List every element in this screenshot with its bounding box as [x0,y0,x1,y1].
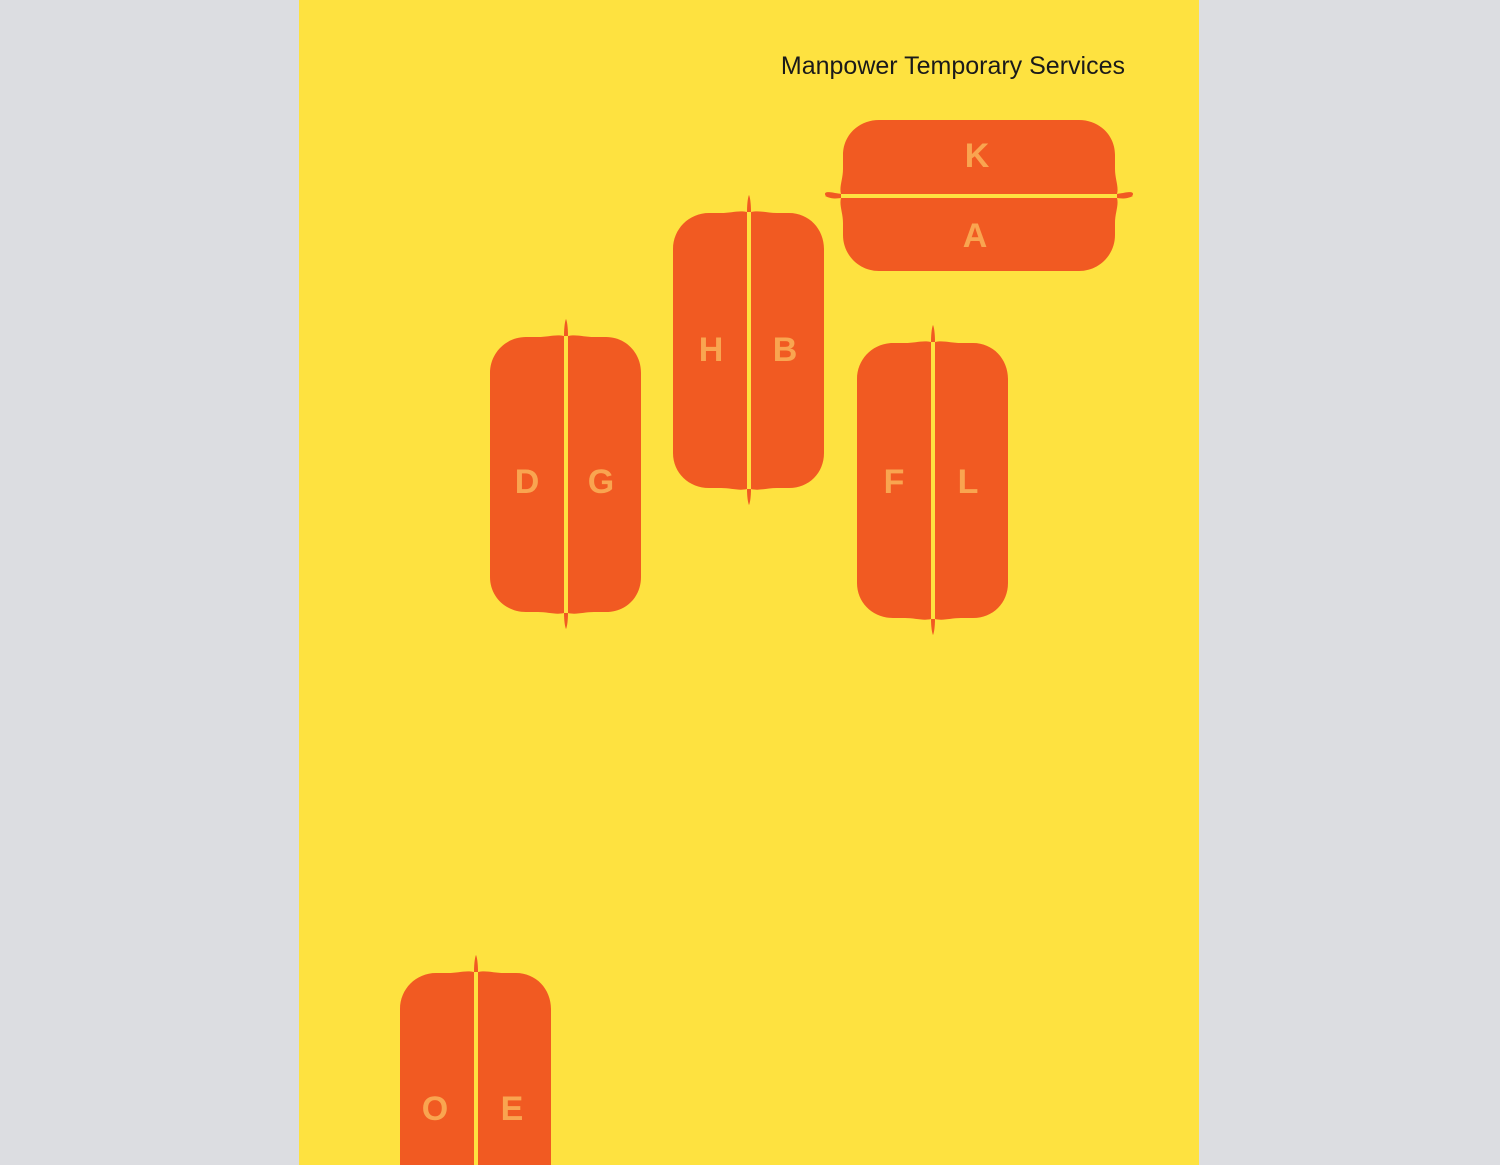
pod-letter-l: L [958,463,979,501]
poster: Manpower Temporary Services K A H B D G … [299,0,1199,1165]
pod-letter-d: D [515,463,540,501]
pod-o-e: O E [400,955,551,1165]
pod-k-a: K A [825,120,1133,271]
pod-d-g: D G [490,319,641,629]
pod-letter-e: E [501,1090,524,1128]
pod-letter-h: H [699,331,724,369]
pod-letter-g: G [588,463,614,501]
pod-f-l: F L [857,325,1008,635]
pod-letter-a: A [963,217,988,255]
pod-letter-f: F [884,463,905,501]
pod-letter-o: O [422,1090,448,1128]
poster-title: Manpower Temporary Services [780,52,1125,80]
pod-letter-k: K [965,137,990,175]
pod-h-b: H B [673,195,824,505]
pod-letter-b: B [773,331,798,369]
